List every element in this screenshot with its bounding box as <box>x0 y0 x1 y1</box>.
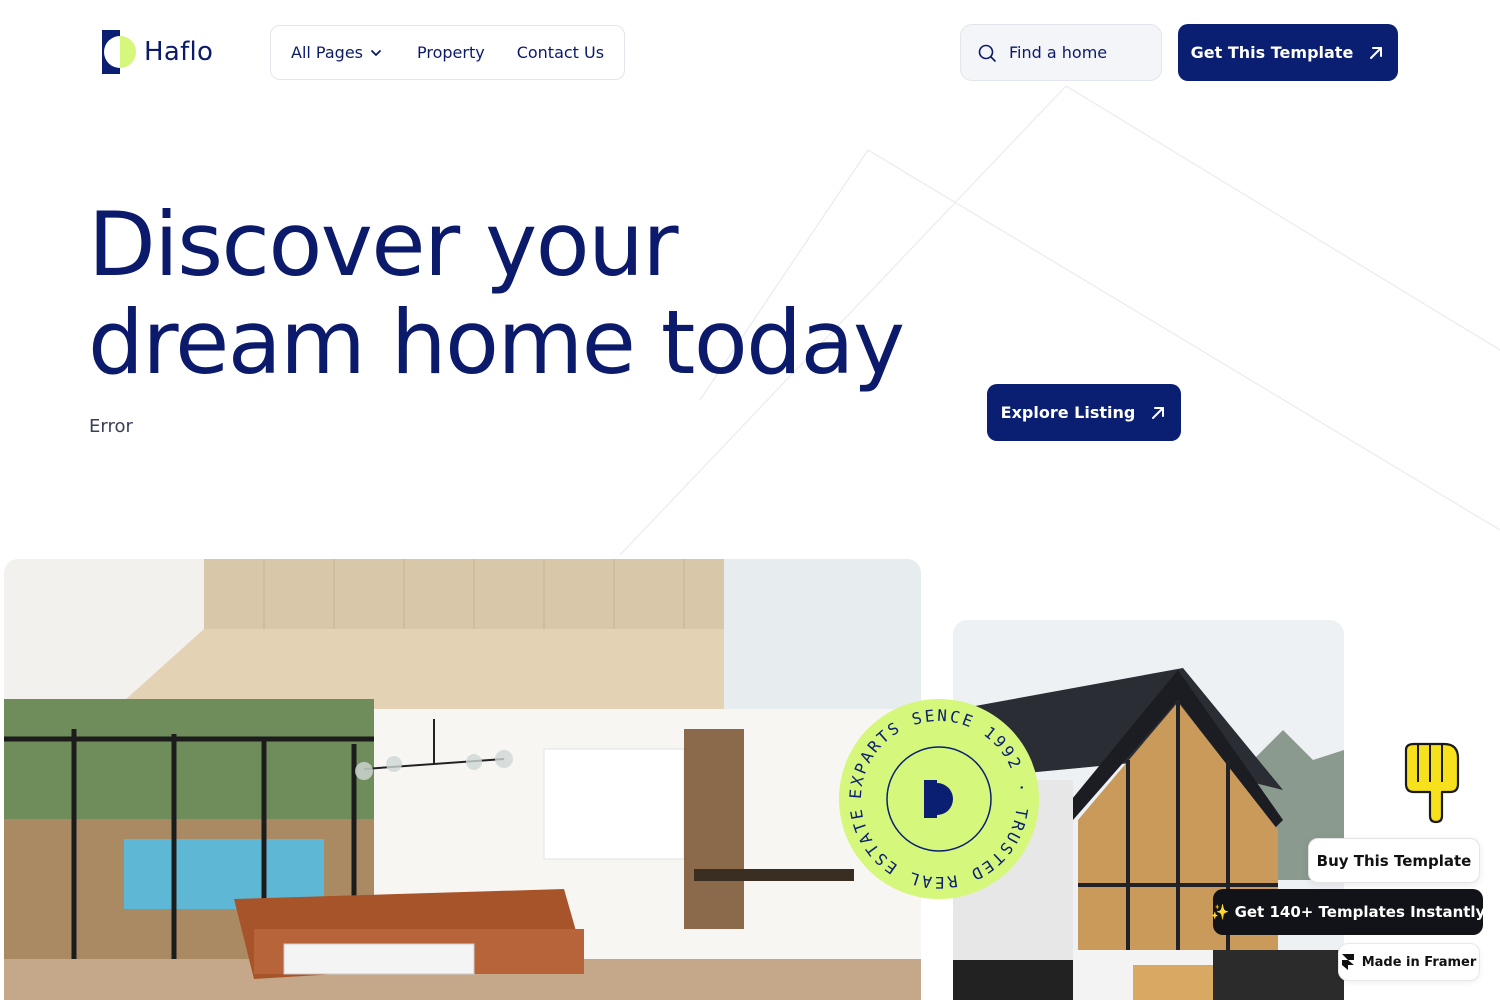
buy-template-label: Buy This Template <box>1316 851 1472 870</box>
hero-title-line2: dream home today <box>88 291 905 394</box>
trusted-estate-badge: EXPARTS SENCE 1992 · TRUSTED REAL ESTATE <box>839 699 1039 899</box>
search-input[interactable] <box>1009 43 1139 62</box>
nav-item-all-pages[interactable]: All Pages <box>291 43 383 62</box>
nav-item-property[interactable]: Property <box>417 43 485 62</box>
arrow-up-right-icon <box>1370 46 1383 59</box>
made-in-framer-label: Made in Framer <box>1361 954 1477 970</box>
explore-listing-label: Explore Listing <box>1000 403 1136 422</box>
interior-photo <box>4 559 921 1000</box>
search-icon <box>978 44 996 62</box>
nav-item-contact-us[interactable]: Contact Us <box>517 43 604 62</box>
hero-subtitle: Error <box>89 416 133 437</box>
main-nav: All Pages Property Contact Us <box>270 25 625 80</box>
hero-title-line1: Discover your <box>88 193 679 296</box>
get-templates-button[interactable]: ✨ Get 140+ Templates Instantly <box>1210 889 1486 935</box>
nav-item-label: All Pages <box>291 43 363 62</box>
get-template-label: Get This Template <box>1190 43 1354 62</box>
framer-icon <box>1341 954 1354 970</box>
search-box[interactable] <box>960 24 1162 81</box>
brand-name: Haflo <box>144 37 214 67</box>
explore-listing-button[interactable]: Explore Listing <box>987 384 1181 441</box>
chevron-down-icon <box>371 49 381 56</box>
get-templates-label: ✨ Get 140+ Templates Instantly <box>1210 903 1486 921</box>
pointing-hand-icon <box>1404 742 1460 824</box>
brand-logo[interactable]: Haflo <box>100 30 213 74</box>
logo-icon <box>102 30 136 74</box>
hero-title: Discover your dream home today <box>88 196 948 392</box>
made-in-framer-badge[interactable]: Made in Framer <box>1338 943 1480 981</box>
buy-template-button[interactable]: Buy This Template <box>1308 838 1480 883</box>
get-template-button[interactable]: Get This Template <box>1178 24 1398 81</box>
arrow-up-right-icon <box>1152 406 1165 419</box>
nav-item-label: Property <box>417 43 485 62</box>
nav-item-label: Contact Us <box>516 43 605 62</box>
